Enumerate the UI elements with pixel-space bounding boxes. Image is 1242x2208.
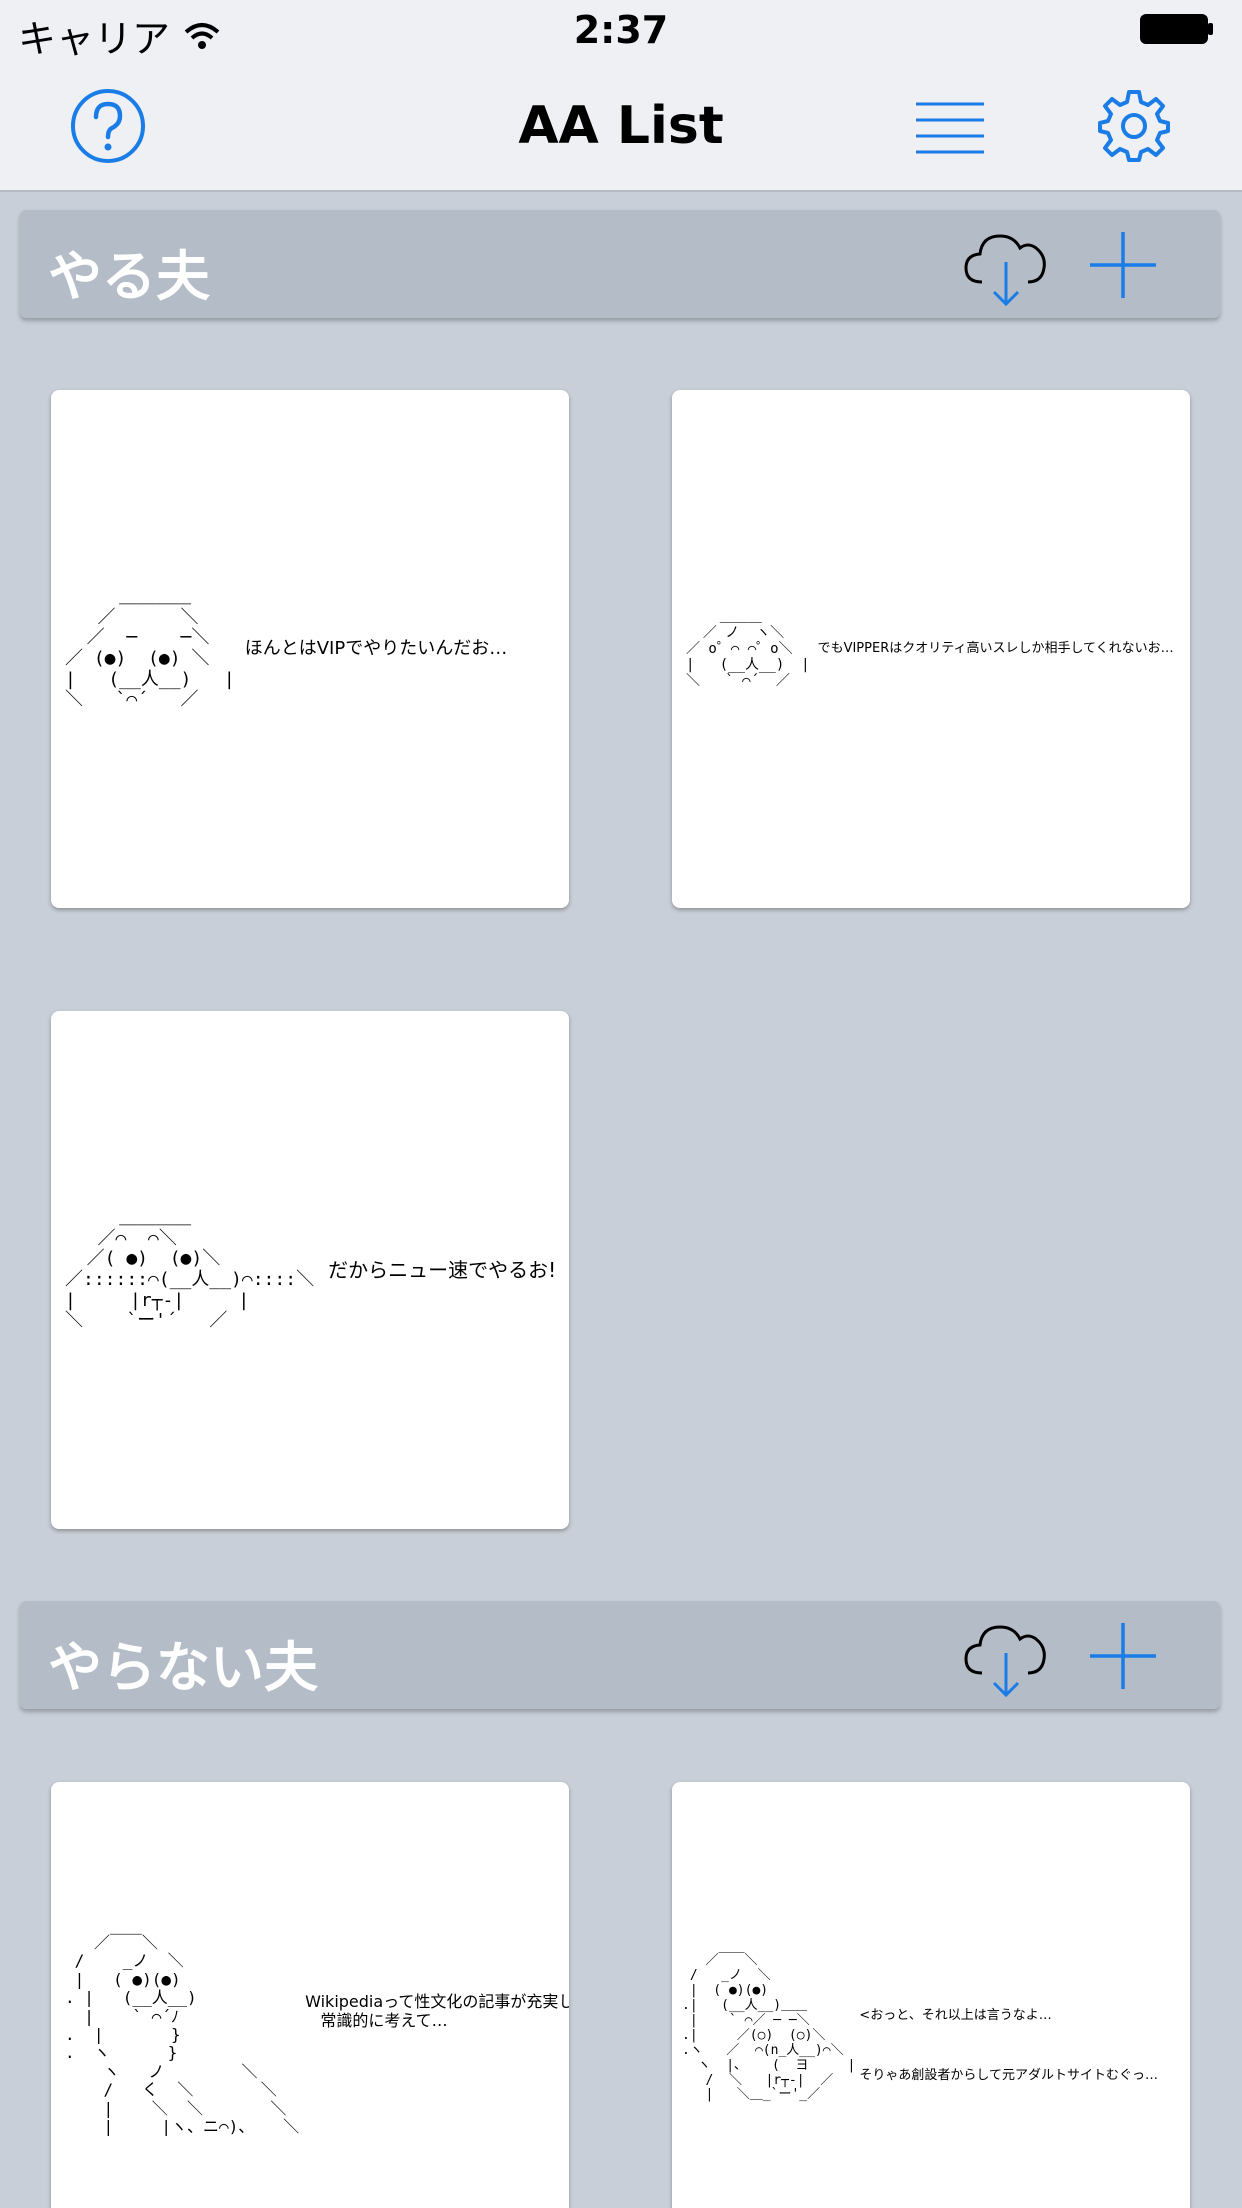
plus-icon[interactable] — [1088, 1621, 1158, 1691]
section-title: やらない夫 — [48, 1636, 318, 1699]
section-title: やる夫 — [48, 245, 210, 308]
aa-card[interactable]: ＿＿＿＿ ／ ＼ ／ ─ ─＼ ／ (●) (●) ＼ | (__人__) | … — [51, 390, 569, 908]
aa-art: ＿＿＿＿ ／⌒ ⌒＼ ／( ●) (●)＼ ／::::::⌒(__人__)⌒::… — [65, 1206, 315, 1332]
aa-card[interactable]: ／￣￣＼ / _ノ ＼ | ( ●)(●) . | (__人__) | ` ⌒´… — [51, 1782, 569, 2208]
aa-caption: でもVIPPERはクオリティ高いスレしか相手してくれないお… — [817, 641, 1174, 657]
aa-caption: <おっと、それ以上は言うなよ… そりゃあ創設者からして元アダルトサイトむぐっ… — [859, 2008, 1159, 2083]
status-bar: キャリア 2:37 — [0, 0, 1242, 61]
clock: 2:37 — [573, 8, 669, 52]
aa-card[interactable]: ＿＿＿ ／ ノ ヽ＼ ／ o゜⌒ ⌒゜o＼ | (__人__) | ＼ ` ⌒´… — [672, 390, 1190, 908]
list-icon — [916, 102, 984, 154]
section-header-yaranaio: やらない夫 — [20, 1601, 1220, 1709]
aa-art: ／￣￣＼ / _ノ ＼ | ( ●)(●) . | (__人__) | ` ⌒´… — [65, 1933, 300, 2136]
aa-art: ＿＿＿ ／ ノ ヽ＼ ／ o゜⌒ ⌒゜o＼ | (__人__) | ＼ ` ⌒´… — [686, 608, 810, 690]
aa-art: ＿＿＿＿ ／ ＼ ／ ─ ─＼ ／ (●) (●) ＼ | (__人__) | … — [65, 585, 235, 711]
cloud-download-icon[interactable] — [964, 1615, 1048, 1699]
settings-button[interactable] — [1092, 84, 1176, 168]
aa-caption: ほんとはVIPでやりたいんだお… — [244, 638, 508, 660]
aa-caption: だからニュー速でやるお! — [328, 1258, 557, 1282]
list-menu-button[interactable] — [908, 84, 992, 168]
battery-icon — [1140, 14, 1213, 44]
aa-card[interactable]: ／￣￣＼ / _ノ ＼ | ( ●)(●) .| (__人__)＿＿ | ` ⌒… — [672, 1782, 1190, 2208]
page-title: AA List — [518, 96, 724, 156]
gear-icon — [1098, 90, 1170, 162]
cloud-download-icon[interactable] — [964, 224, 1048, 308]
section-header-yaruo: やる夫 — [20, 210, 1220, 318]
aa-art: ／￣￣＼ / _ノ ＼ | ( ●)(●) .| (__人__)＿＿ | ` ⌒… — [682, 1953, 856, 2103]
aa-card[interactable]: ＿＿＿＿ ／⌒ ⌒＼ ／( ●) (●)＼ ／::::::⌒(__人__)⌒::… — [51, 1011, 569, 1529]
aa-caption: Wikipediaって性文化の記事が充実しすぎだろ… 常識的に考えて… — [305, 1992, 569, 2031]
navigation-bar: AA List — [0, 60, 1242, 192]
plus-icon[interactable] — [1088, 230, 1158, 300]
